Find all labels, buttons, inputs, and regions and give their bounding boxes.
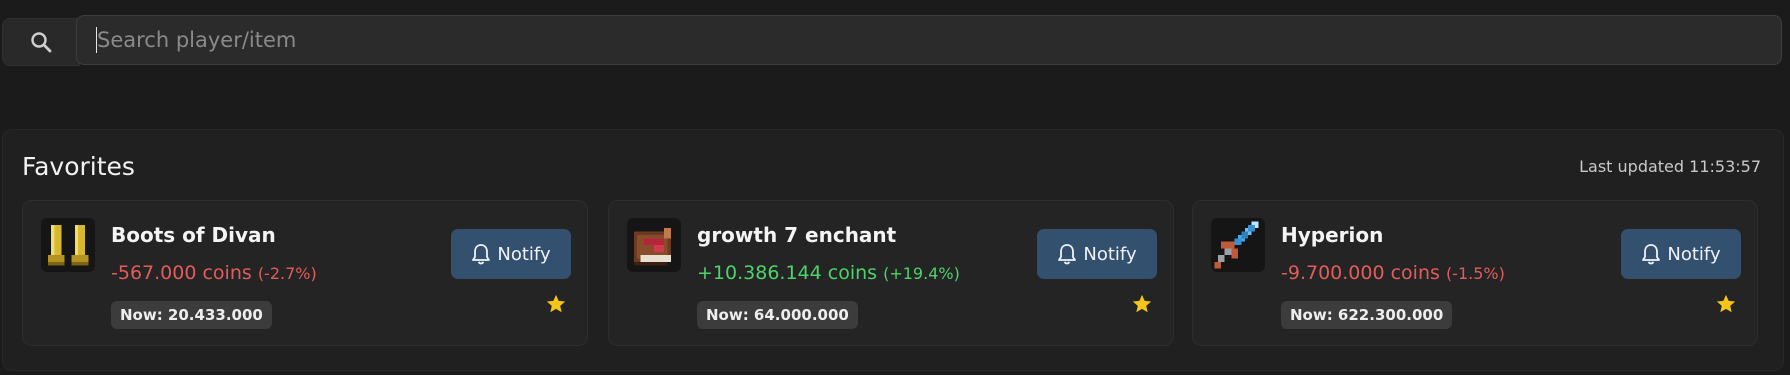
price-change-percent: (-2.7%) [257, 264, 317, 283]
item-name: Boots of Divan [111, 223, 276, 247]
price-change-percent: (-1.5%) [1445, 264, 1505, 283]
notify-label: Notify [1083, 243, 1137, 265]
search-button[interactable] [2, 18, 80, 66]
item-name: growth 7 enchant [697, 223, 897, 247]
favorites-title: Favorites [22, 152, 135, 181]
price-change: -567.000 coins (-2.7%) [111, 262, 317, 284]
item-name: Hyperion [1281, 223, 1384, 247]
notify-button[interactable]: Notify [1621, 229, 1741, 279]
favorite-card-growth-7-enchant[interactable]: growth 7 enchant +10.386.144 coins (+19.… [608, 200, 1174, 346]
price-change-percent: (+19.4%) [883, 264, 960, 283]
star-icon[interactable] [545, 293, 567, 315]
price-change: +10.386.144 coins (+19.4%) [697, 262, 960, 284]
notify-button[interactable]: Notify [1037, 229, 1157, 279]
text-caret [96, 27, 97, 53]
star-icon[interactable] [1131, 293, 1153, 315]
star-icon[interactable] [1715, 293, 1737, 315]
bell-icon [1058, 244, 1077, 265]
favorite-card-boots-of-divan[interactable]: Boots of Divan -567.000 coins (-2.7%) No… [22, 200, 588, 346]
notify-button[interactable]: Notify [451, 229, 571, 279]
notify-label: Notify [1667, 243, 1721, 265]
search-icon [31, 32, 52, 53]
price-change-coins: +10.386.144 coins [697, 262, 878, 284]
last-updated-label: Last updated 11:53:57 [1579, 157, 1761, 176]
bell-icon [1642, 244, 1661, 265]
current-price-badge: Now: 64.000.000 [697, 301, 858, 329]
notify-label: Notify [497, 243, 551, 265]
current-price-badge: Now: 622.300.000 [1281, 301, 1453, 329]
favorite-card-hyperion[interactable]: Hyperion -9.700.000 coins (-1.5%) Now: 6… [1192, 200, 1758, 346]
current-price-badge: Now: 20.433.000 [111, 301, 272, 329]
price-change-coins: -567.000 coins [111, 262, 252, 284]
search-input[interactable] [76, 15, 1782, 65]
boots-icon [41, 218, 95, 272]
price-change: -9.700.000 coins (-1.5%) [1281, 262, 1505, 284]
search-bar [2, 15, 1784, 67]
enchanted-book-icon [627, 218, 681, 272]
price-change-coins: -9.700.000 coins [1281, 262, 1440, 284]
bell-icon [472, 244, 491, 265]
sword-icon [1211, 218, 1265, 272]
